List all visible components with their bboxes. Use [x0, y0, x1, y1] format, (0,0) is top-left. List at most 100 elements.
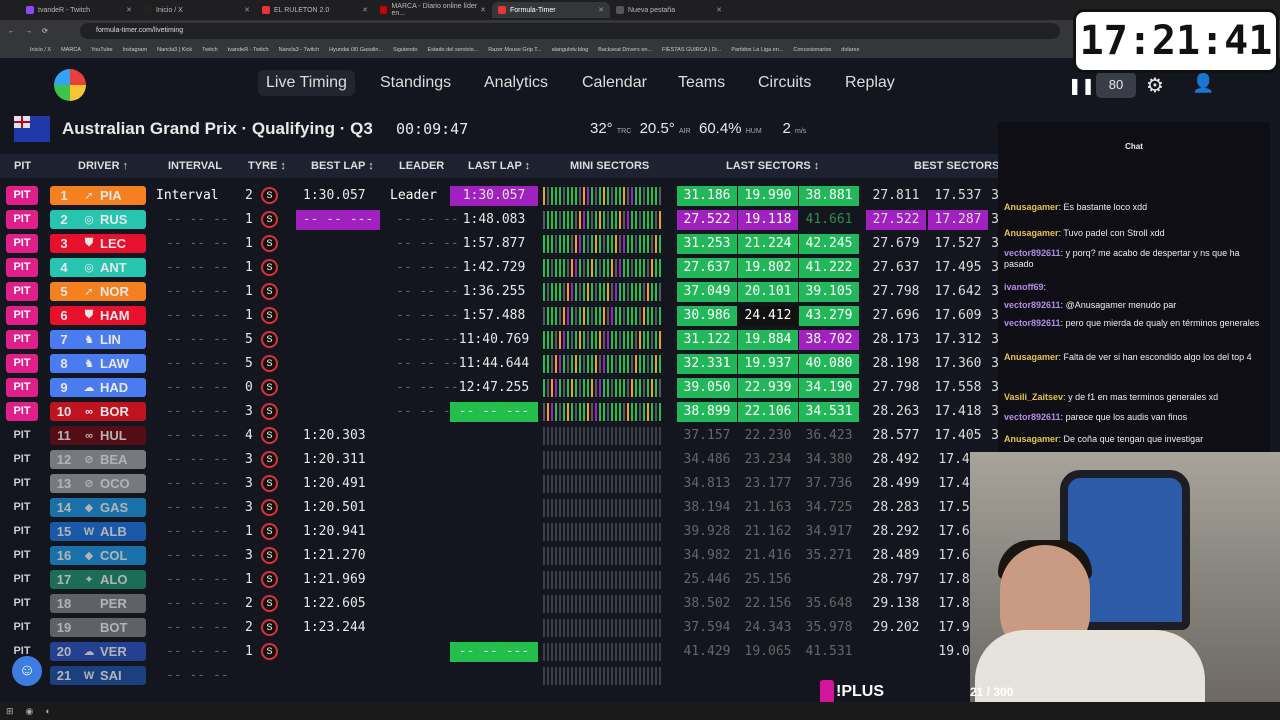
table-row[interactable]: PIT 10 ∞ BOR -- -- -- 3 S -- -- -- -- -- --- 3…	[0, 400, 1000, 424]
pause-icon[interactable]: ❚❚	[1068, 76, 1095, 96]
driver-badge[interactable]: 20 ☁ VER	[50, 642, 146, 661]
table-row[interactable]: PIT 12 ⊘ BEA -- -- -- 3 S 1:20.311 34.486 23.2…	[0, 448, 1000, 472]
browser-tab[interactable]: Inicio / X ✕	[138, 2, 256, 18]
bookmark-item[interactable]: Inicio / X	[30, 47, 51, 53]
bookmark-item[interactable]: Twitch	[202, 47, 218, 53]
table-row[interactable]: PIT 13 ⊘ OCO -- -- -- 3 S 1:20.491 34.813 23.1…	[0, 472, 1000, 496]
url-field[interactable]: formula-timer.com/livetiming	[80, 23, 1060, 39]
table-row[interactable]: PIT 17 ✦ ALO -- -- -- 1 S 1:21.969 25.446 25.1…	[0, 568, 1000, 592]
table-row[interactable]: PIT 14 ◆ GAS -- -- -- 3 S 1:20.501 38.194 21.1…	[0, 496, 1000, 520]
chat-username[interactable]: Anusagamer	[1004, 228, 1059, 238]
driver-badge[interactable]: 11 ∞ HUL	[50, 426, 146, 445]
table-row[interactable]: PIT 16 ◆ COL -- -- -- 3 S 1:21.270 34.982 21.4…	[0, 544, 1000, 568]
driver-badge[interactable]: 3 ⛊ LEC	[50, 234, 146, 253]
reload-icon[interactable]: ⟳	[42, 27, 48, 35]
nav-replay[interactable]: Replay	[845, 74, 895, 92]
table-row[interactable]: PIT 7 ♞ LIN -- -- -- 5 S -- -- -- 11:40.769 31…	[0, 328, 1000, 352]
chat-username[interactable]: vector892611	[1004, 248, 1061, 258]
nav-teams[interactable]: Teams	[678, 74, 725, 92]
back-icon[interactable]: ←	[8, 28, 15, 35]
close-tab-icon[interactable]: ✕	[480, 6, 486, 14]
driver-badge[interactable]: 17 ✦ ALO	[50, 570, 146, 589]
table-row[interactable]: PIT 6 ⛊ HAM -- -- -- 1 S -- -- -- 1:57.488 30.…	[0, 304, 1000, 328]
header-last-sectors[interactable]: LAST SECTORS ↕	[726, 160, 819, 172]
chat-username[interactable]: vector892611	[1004, 412, 1061, 422]
close-tab-icon[interactable]: ✕	[598, 6, 604, 14]
bookmark-item[interactable]: MARCA	[61, 47, 81, 53]
driver-badge[interactable]: 19 BOT	[50, 618, 146, 637]
driver-badge[interactable]: 16 ◆ COL	[50, 546, 146, 565]
bookmark-item[interactable]: Backseat Drivers en...	[598, 47, 652, 53]
table-row[interactable]: PIT 8 ♞ LAW -- -- -- 5 S -- -- -- 11:44.644 32…	[0, 352, 1000, 376]
chat-username[interactable]: Anusagamer	[1004, 202, 1059, 212]
nav-standings[interactable]: Standings	[380, 74, 451, 92]
browser-tab[interactable]: EL RULETON 2.0 ✕	[256, 2, 374, 18]
nav-analytics[interactable]: Analytics	[484, 74, 548, 92]
driver-badge[interactable]: 18 PER	[50, 594, 146, 613]
driver-badge[interactable]: 2 ◎ RUS	[50, 210, 146, 229]
driver-badge[interactable]: 13 ⊘ OCO	[50, 474, 146, 493]
chrome-icon[interactable]: ◉	[26, 706, 34, 717]
driver-badge[interactable]: 21 W SAI	[50, 666, 146, 685]
chat-username[interactable]: Anusagamer	[1004, 434, 1059, 444]
table-row[interactable]: PIT 19 BOT -- -- -- 2 S 1:23.244 37.594 24.343…	[0, 616, 1000, 640]
driver-badge[interactable]: 4 ◎ ANT	[50, 258, 146, 277]
chat-username[interactable]: vector892611	[1004, 300, 1061, 310]
discord-icon[interactable]: ☺	[12, 656, 42, 686]
browser-tab[interactable]: Nueva pestaña ✕	[610, 2, 728, 18]
playback-speed[interactable]: 80	[1096, 72, 1136, 98]
bookmark-item[interactable]: FIESTAS GUIRCA | Di...	[662, 47, 721, 53]
formula-timer-logo[interactable]	[54, 69, 86, 101]
driver-badge[interactable]: 12 ⊘ BEA	[50, 450, 146, 469]
chat-username[interactable]: Anusagamer	[1004, 352, 1059, 362]
browser-tab[interactable]: tvandeR - Twitch ✕	[20, 2, 138, 18]
close-tab-icon[interactable]: ✕	[362, 6, 368, 14]
bookmark-item[interactable]: Concesionarios	[793, 47, 831, 53]
bookmark-item[interactable]: Hyundai i30 Gasolin...	[329, 47, 383, 53]
nav-calendar[interactable]: Calendar	[582, 74, 647, 92]
bookmark-item[interactable]: Partidos La Liga en...	[731, 47, 783, 53]
bookmark-item[interactable]: Razer Mouse Grip T...	[488, 47, 541, 53]
table-row[interactable]: PIT 11 ∞ HUL -- -- -- 4 S 1:20.303 37.157 22.2…	[0, 424, 1000, 448]
table-row[interactable]: PIT 5 ➚ NOR -- -- -- 1 S -- -- -- 1:36.255 37.…	[0, 280, 1000, 304]
driver-badge[interactable]: 7 ♞ LIN	[50, 330, 146, 349]
chat-username[interactable]: vector892611	[1004, 318, 1061, 328]
close-tab-icon[interactable]: ✕	[126, 6, 132, 14]
close-tab-icon[interactable]: ✕	[716, 6, 722, 14]
chat-username[interactable]: Vasili_Zaitsev	[1004, 392, 1063, 402]
driver-badge[interactable]: 10 ∞ BOR	[50, 402, 146, 421]
table-row[interactable]: PIT 1 ➚ PIA Interval 2 S 1:30.057 Leader 1:30.…	[0, 184, 1000, 208]
bookmark-item[interactable]: dolares	[841, 47, 859, 53]
table-row[interactable]: PIT 20 ☁ VER -- -- -- 1 S -- -- --- 41.429 19.…	[0, 640, 1000, 664]
table-row[interactable]: PIT 18 PER -- -- -- 2 S 1:22.605 38.502 22.156…	[0, 592, 1000, 616]
bookmark-item[interactable]: alangulotv.blog	[552, 47, 589, 53]
header-best-lap[interactable]: BEST LAP ↕	[311, 160, 374, 172]
driver-badge[interactable]: 1 ➚ PIA	[50, 186, 146, 205]
bookmark-item[interactable]: Nancla3 - Twitch	[279, 47, 320, 53]
table-row[interactable]: PIT 15 W ALB -- -- -- 1 S 1:20.941 39.928 21.1…	[0, 520, 1000, 544]
browser-tab[interactable]: Formula-Timer ✕	[492, 2, 610, 18]
header-last-lap[interactable]: LAST LAP ↕	[468, 160, 530, 172]
nav-circuits[interactable]: Circuits	[758, 74, 811, 92]
nav-live-timing[interactable]: Live Timing	[258, 70, 355, 96]
forward-icon[interactable]: →	[25, 28, 32, 35]
table-row[interactable]: PIT 4 ◎ ANT -- -- -- 1 S -- -- -- 1:42.729 27.…	[0, 256, 1000, 280]
driver-badge[interactable]: 6 ⛊ HAM	[50, 306, 146, 325]
driver-badge[interactable]: 8 ♞ LAW	[50, 354, 146, 373]
windows-icon[interactable]: ⊞	[6, 706, 14, 717]
driver-badge[interactable]: 15 W ALB	[50, 522, 146, 541]
bookmark-item[interactable]: Estado del servicio...	[427, 47, 478, 53]
header-tyre[interactable]: TYRE ↕	[248, 160, 286, 172]
driver-badge[interactable]: 14 ◆ GAS	[50, 498, 146, 517]
bookmark-item[interactable]: YouTube	[91, 47, 113, 53]
bookmark-item[interactable]: Instagram	[123, 47, 147, 53]
browser-tab[interactable]: MARCA - Diario online líder en... ✕	[374, 2, 492, 18]
gear-icon[interactable]: ⚙	[1146, 73, 1164, 98]
bookmark-item[interactable]: Siguiendo	[393, 47, 417, 53]
user-icon[interactable]: 👤	[1192, 73, 1214, 94]
driver-badge[interactable]: 9 ☁ HAD	[50, 378, 146, 397]
chat-username[interactable]: ivanoff69	[1004, 282, 1044, 292]
close-tab-icon[interactable]: ✕	[244, 6, 250, 14]
header-driver[interactable]: DRIVER ↑	[78, 160, 128, 172]
table-row[interactable]: PIT 2 ◎ RUS -- -- -- 1 S -- -- --- -- -- -- 1:…	[0, 208, 1000, 232]
